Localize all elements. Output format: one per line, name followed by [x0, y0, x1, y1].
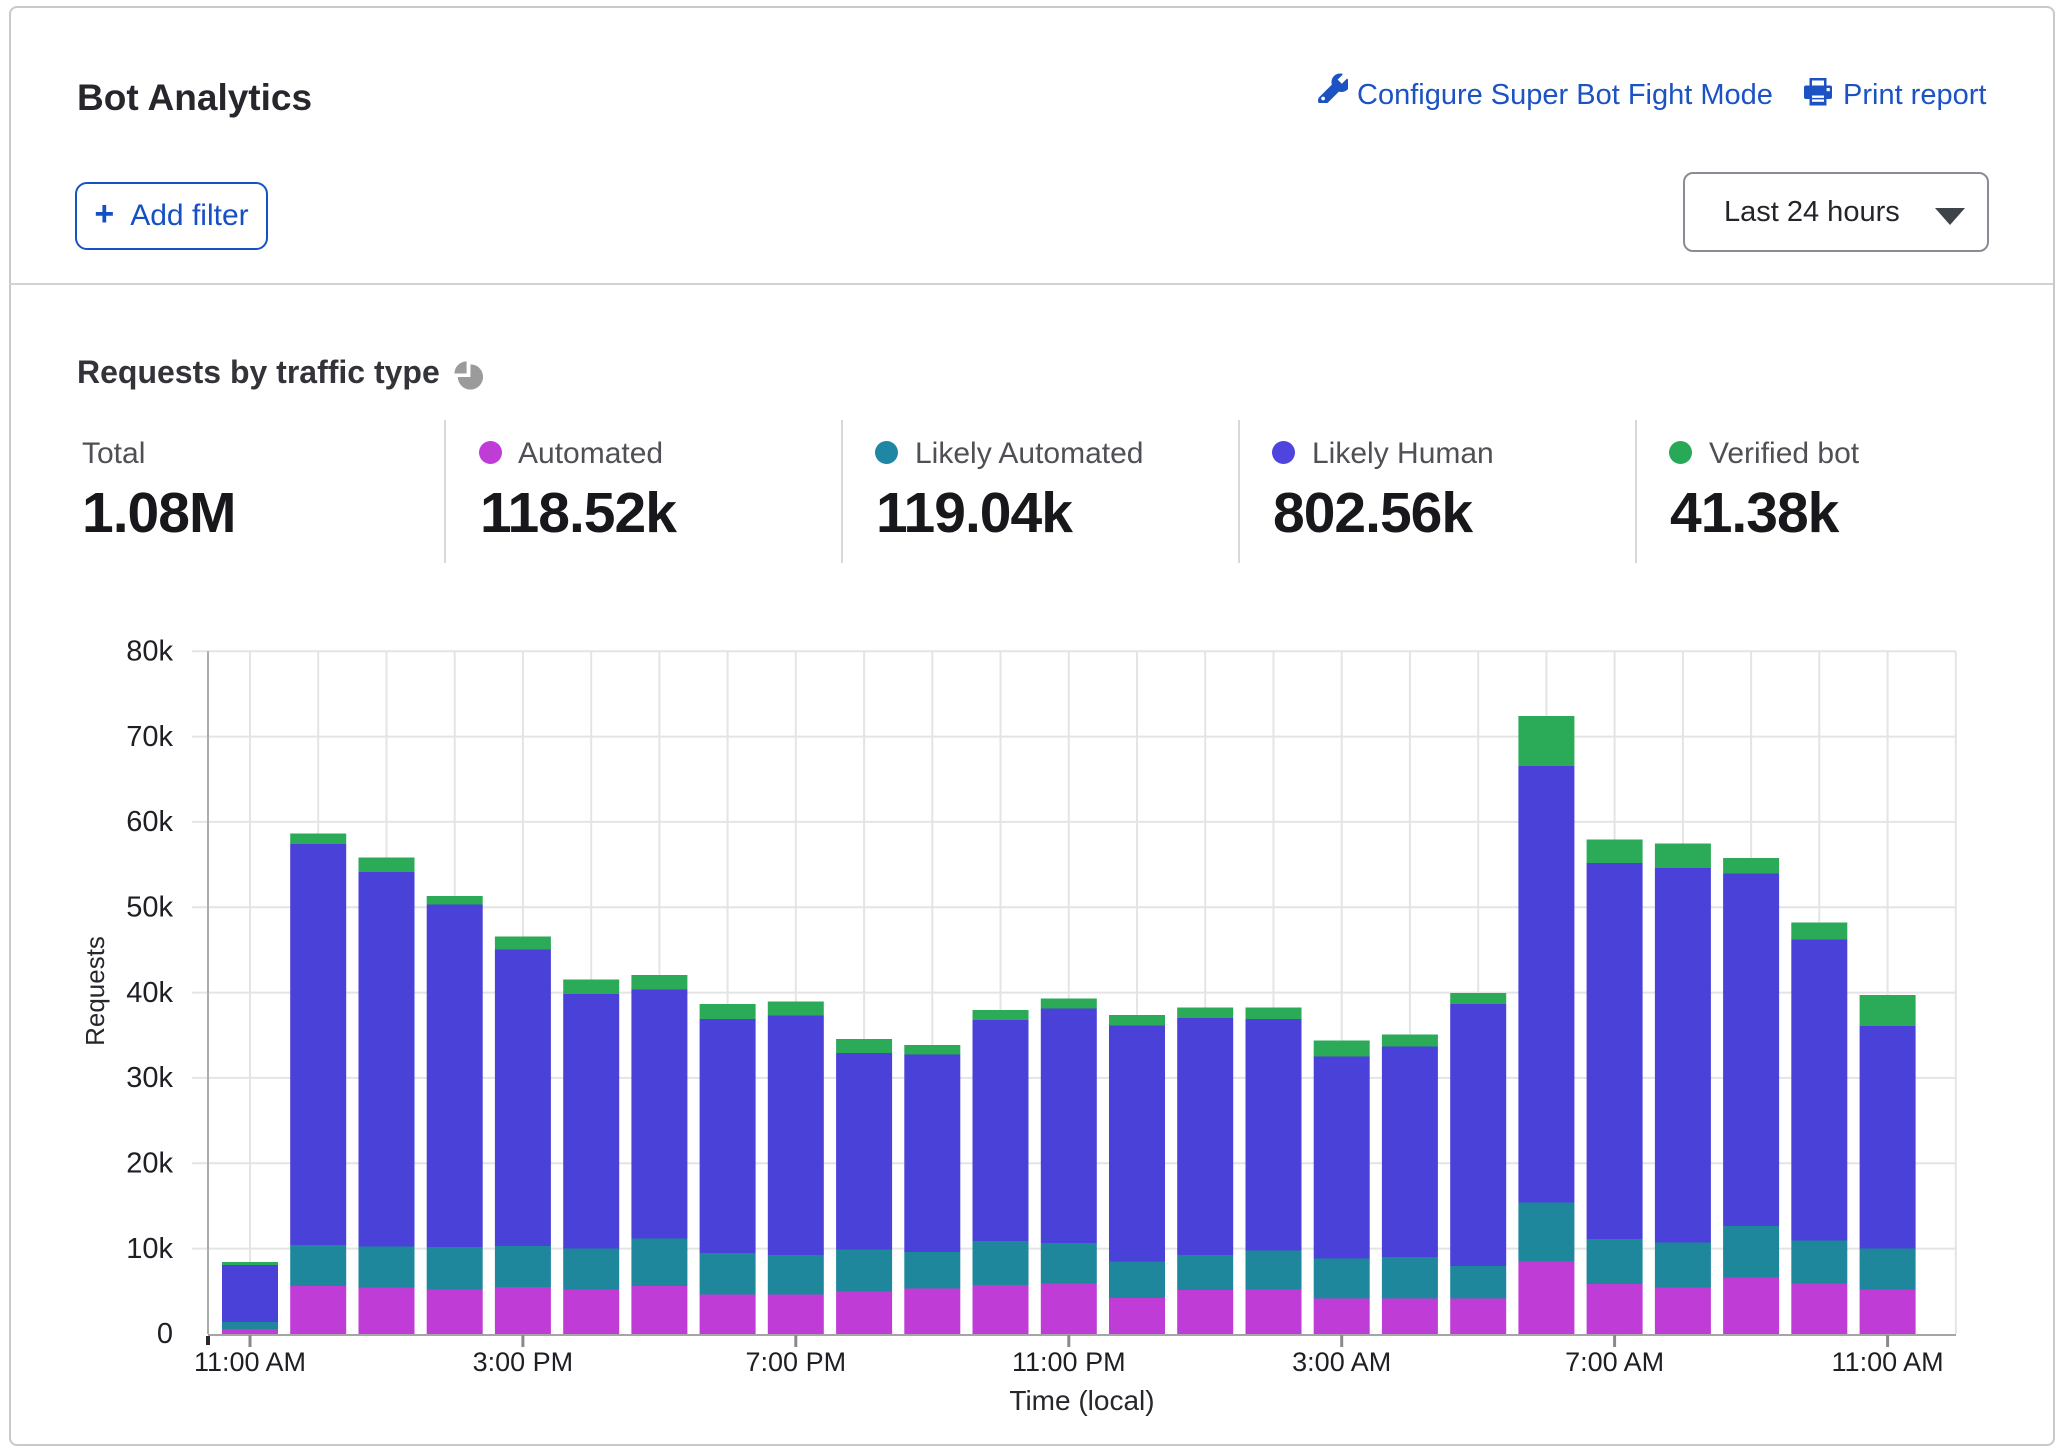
svg-text:7:00 AM: 7:00 AM [1565, 1347, 1664, 1377]
svg-text:50k: 50k [126, 892, 173, 924]
svg-text:11:00 AM: 11:00 AM [1832, 1347, 1944, 1377]
svg-text:30k: 30k [126, 1062, 173, 1094]
svg-text:11:00 PM: 11:00 PM [1012, 1347, 1126, 1377]
svg-text:3:00 AM: 3:00 AM [1292, 1347, 1391, 1377]
svg-text:60k: 60k [126, 806, 173, 838]
svg-text:7:00 PM: 7:00 PM [746, 1347, 847, 1377]
svg-text:70k: 70k [126, 721, 173, 753]
svg-text:11:00 AM: 11:00 AM [194, 1347, 306, 1377]
svg-text:Time (local): Time (local) [1009, 1385, 1154, 1416]
svg-text:40k: 40k [126, 977, 173, 1009]
svg-text:10k: 10k [126, 1233, 173, 1265]
svg-text:80k: 80k [126, 635, 173, 667]
svg-text:Requests: Requests [80, 936, 110, 1046]
svg-text:0: 0 [157, 1318, 173, 1350]
svg-text:20k: 20k [126, 1148, 173, 1180]
svg-text:3:00 PM: 3:00 PM [473, 1347, 574, 1377]
